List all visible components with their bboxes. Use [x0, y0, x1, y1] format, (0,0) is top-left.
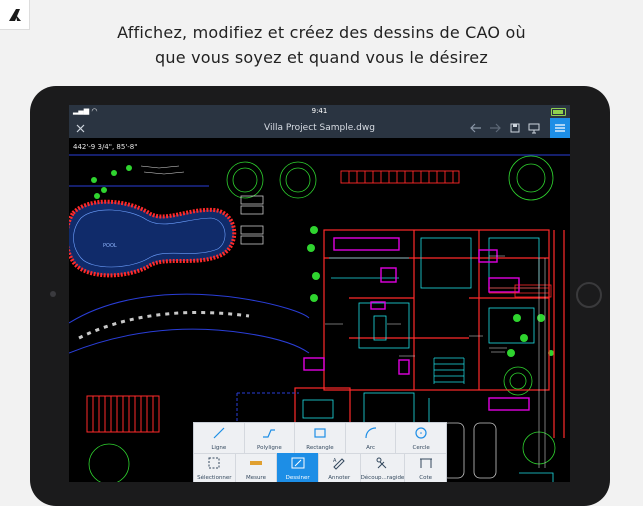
svg-text:A: A [333, 458, 337, 464]
mode-dimension-label: Cote [419, 475, 433, 481]
rectangle-icon [314, 428, 326, 438]
mode-trim-label: Découp...ragide [360, 475, 405, 481]
save-icon[interactable] [508, 121, 522, 135]
mode-annotate[interactable]: A Annoter [319, 453, 361, 482]
battery-icon [551, 108, 566, 116]
ruler-icon [249, 461, 262, 465]
presentation-icon[interactable] [527, 121, 541, 135]
dimension-icon [419, 458, 432, 468]
coordinate-readout: 442'-9 3/4", 85'-8" [73, 143, 138, 151]
status-time: 9:41 [311, 107, 328, 115]
tool-circle[interactable]: Cercle [396, 423, 446, 453]
tool-arc[interactable]: Arc [346, 423, 397, 453]
menu-button[interactable] [550, 118, 570, 138]
select-icon [208, 457, 220, 469]
mode-draw-label: Dessiner [285, 475, 310, 481]
tool-rectangle[interactable]: Rectangle [295, 423, 346, 453]
draw-toolbar: Ligne Polyligne Rectangle Arc Cercle Sél… [193, 422, 447, 482]
tool-rectangle-label: Rectangle [306, 445, 334, 451]
mode-select-label: Sélectionner [197, 475, 232, 481]
mode-measure[interactable]: Mesure [236, 453, 278, 482]
tool-arc-label: Arc [366, 445, 376, 451]
headline-line-1: Affichez, modifiez et créez des dessins … [117, 23, 526, 42]
arc-icon [364, 427, 376, 439]
headline-line-2: que vous soyez et quand vous le désirez [155, 48, 488, 67]
draw-icon [291, 457, 305, 469]
pool-label: POOL [103, 243, 117, 249]
redo-icon[interactable] [488, 121, 502, 135]
mode-measure-label: Mesure [245, 475, 266, 481]
mode-select[interactable]: Sélectionner [194, 453, 236, 482]
hamburger-icon [555, 124, 565, 132]
status-bar: ▂▄▆ ◠ 9:41 [69, 105, 570, 118]
line-icon [213, 427, 225, 439]
trim-icon [376, 457, 387, 469]
mode-draw[interactable]: Dessiner [277, 453, 319, 482]
annotate-icon: A [333, 458, 345, 470]
tool-polyline[interactable]: Polyligne [245, 423, 296, 453]
headline: Affichez, modifiez et créez des dessins … [0, 20, 643, 70]
mode-annotate-label: Annoter [328, 475, 351, 481]
undo-icon[interactable] [469, 121, 483, 135]
circle-icon [415, 427, 427, 439]
polyline-icon [263, 429, 276, 438]
mode-trim[interactable]: Découp...ragide [361, 453, 406, 482]
title-bar: Villa Project Sample.dwg [69, 118, 570, 138]
tool-circle-label: Cercle [412, 445, 430, 451]
home-button [576, 282, 602, 308]
tool-polyline-label: Polyligne [257, 445, 282, 451]
draw-tools-row: Ligne Polyligne Rectangle Arc Cercle [194, 423, 446, 454]
mode-dimension[interactable]: Cote [405, 453, 446, 482]
app-screen: ▂▄▆ ◠ 9:41 Villa Project Sample.dwg POOL… [69, 105, 570, 482]
camera [50, 291, 56, 297]
tool-line-label: Ligne [211, 445, 227, 451]
tool-line[interactable]: Ligne [194, 423, 245, 453]
mode-row: Sélectionner Mesure Dessiner A Annoter D… [194, 453, 446, 482]
